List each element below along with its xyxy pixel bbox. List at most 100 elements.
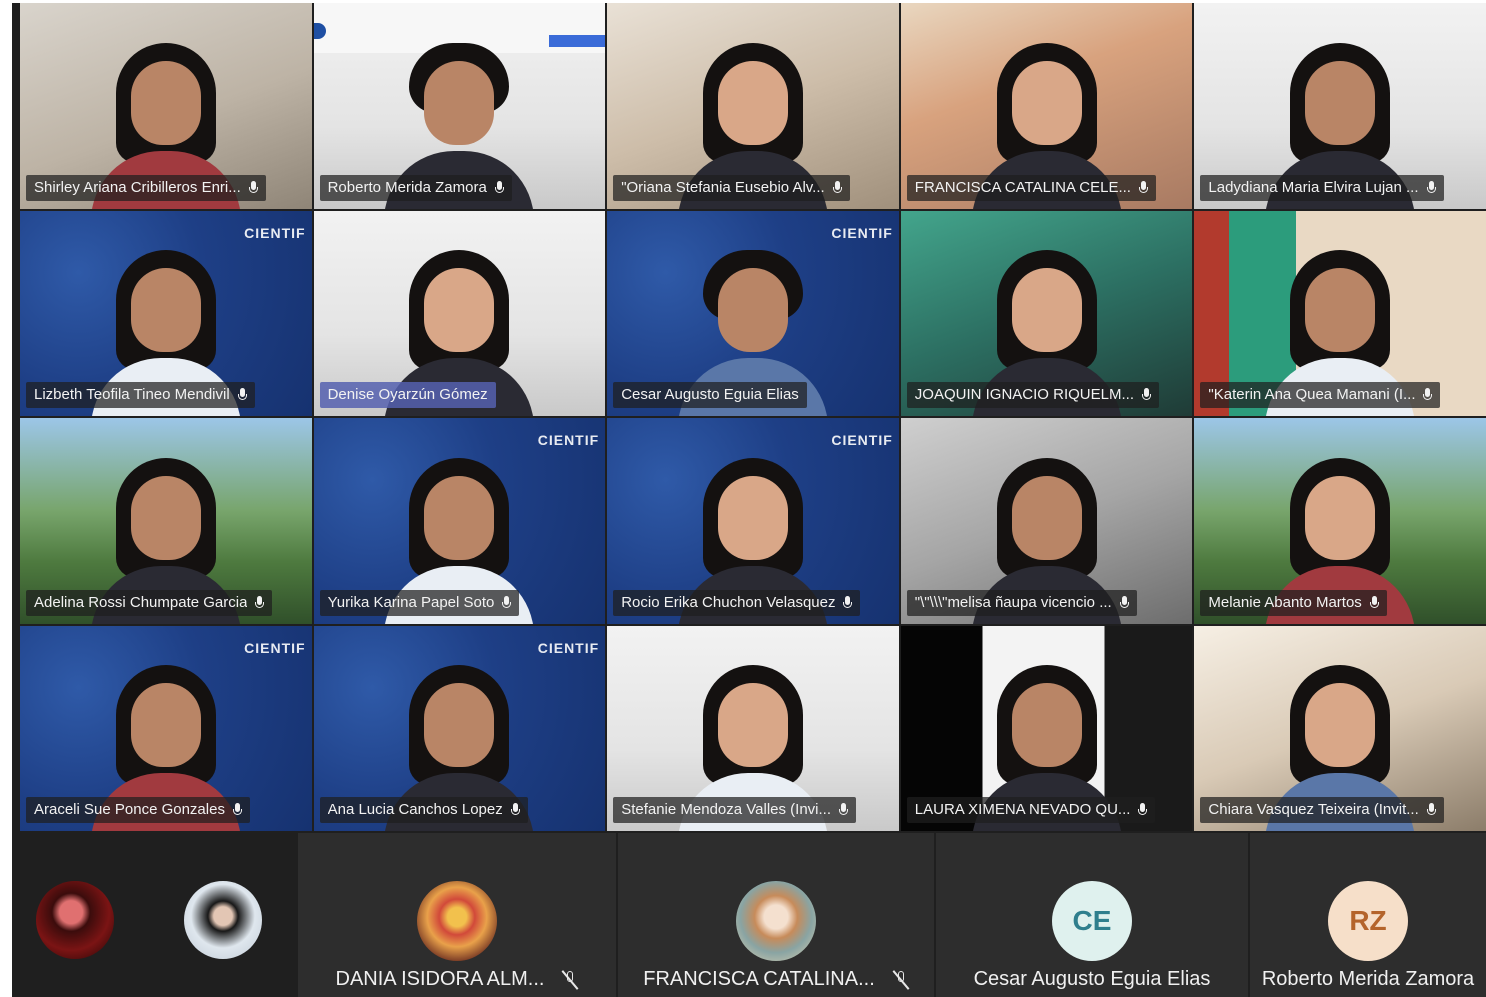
participant-tile[interactable]: FRANCISCA CATALINA... — [616, 833, 934, 997]
participant-name-tag: Denise Oyarzún Gómez — [319, 382, 496, 408]
participant-name: JOAQUIN IGNACIO RIQUELM... — [914, 386, 1134, 403]
participant-name: Shirley Ariana Cribilleros Enri... — [34, 178, 241, 196]
video-tile[interactable]: CIENTIF Cesar Augusto Eguia Elias — [607, 210, 899, 416]
video-tile[interactable]: LAURA XIMENA NEVADO QU... — [900, 625, 1193, 831]
video-tile[interactable]: Ladydiana Maria Elvira Lujan ... — [1194, 3, 1486, 209]
participant-name-tag: Shirley Ariana Cribilleros Enri... — [26, 174, 266, 201]
participant-name-tag: Chiara Vasquez Teixeira (Invit... — [1200, 797, 1444, 823]
participant-name: "\"\\\"melisa ñaupa vicencio ... — [914, 593, 1112, 611]
mic-icon — [237, 388, 247, 402]
participant-name: Yurika Karina Papel Soto — [327, 593, 495, 611]
avatar — [417, 881, 497, 961]
participant-name-tag: FRANCISCA CATALINA CELE... — [906, 174, 1156, 201]
mic-icon — [255, 595, 265, 610]
meeting-window: Shirley Ariana Cribilleros Enri... Rober… — [12, 3, 1486, 997]
participant-name: Stefanie Mendoza Valles (Invi... — [621, 801, 832, 818]
video-tile[interactable]: Stefanie Mendoza Valles (Invi... — [607, 625, 899, 831]
participant-name: Cesar Augusto Eguia Elias — [973, 968, 1211, 990]
participant-name: Roberto Merida Zamora — [1261, 968, 1475, 990]
participant-name-tag: Adelina Rossi Chumpate Garcia — [26, 589, 273, 616]
participant-name-tag: Ladydiana Maria Elvira Lujan ... — [1200, 174, 1444, 201]
participant-strip: DANIA ISIDORA ALM... FRANCISCA CATALINA.… — [12, 833, 1486, 997]
mic-icon — [1369, 595, 1379, 610]
participant-name: "Oriana Stefania Eusebio Alv... — [621, 178, 825, 196]
brand-watermark: CIENTIF — [537, 639, 600, 656]
participant-name: Chiara Vasquez Teixeira (Invit... — [1208, 801, 1419, 818]
participant-name: Denise Oyarzún Gómez — [327, 386, 488, 403]
participant-name-tag: JOAQUIN IGNACIO RIQUELM... — [906, 382, 1159, 408]
mic-icon — [843, 595, 853, 610]
participant-name: Roberto Merida Zamora — [327, 178, 487, 196]
video-tile[interactable]: CIENTIF Ana Lucia Canchos Lopez — [313, 625, 606, 831]
participant-name: Lizbeth Teofila Tineo Mendivil — [34, 386, 230, 403]
video-tile[interactable]: FRANCISCA CATALINA CELE... — [900, 3, 1193, 209]
avatar — [736, 881, 816, 961]
participant-name-tag: Ana Lucia Canchos Lopez — [319, 797, 528, 823]
video-gallery: Shirley Ariana Cribilleros Enri... Rober… — [20, 3, 1486, 831]
mic-icon — [1138, 180, 1148, 195]
participant-name-row: Roberto Merida Zamora — [1250, 968, 1486, 991]
participant-name: DANIA ISIDORA ALM... — [335, 968, 545, 990]
avatar[interactable] — [36, 881, 114, 959]
overflow-avatars[interactable] — [12, 833, 296, 997]
avatar[interactable] — [184, 881, 262, 959]
brand-watermark: CIENTIF — [244, 639, 306, 656]
video-tile[interactable]: "Oriana Stefania Eusebio Alv... — [607, 3, 899, 209]
participant-name: Ana Lucia Canchos Lopez — [327, 801, 503, 818]
participant-name-row: FRANCISCA CATALINA... — [618, 968, 934, 991]
participant-name-tag: Melanie Abanto Martos — [1200, 589, 1387, 616]
participant-name: Adelina Rossi Chumpate Garcia — [34, 593, 248, 611]
video-tile[interactable]: CIENTIF Araceli Sue Ponce Gonzales — [20, 625, 312, 831]
participant-name: "Katerin Ana Quea Mamani (I... — [1208, 386, 1416, 403]
mic-icon — [1142, 388, 1151, 402]
participant-name-tag: Cesar Augusto Eguia Elias — [613, 382, 807, 408]
participant-name: LAURA XIMENA NEVADO QU... — [914, 801, 1131, 818]
participant-name-tag: "Oriana Stefania Eusebio Alv... — [613, 174, 850, 201]
mic-icon — [248, 180, 258, 195]
participant-name: FRANCISCA CATALINA CELE... — [914, 178, 1131, 196]
mic-icon — [232, 803, 242, 817]
participant-name: Ladydiana Maria Elvira Lujan ... — [1208, 178, 1419, 196]
participant-tile[interactable]: DANIA ISIDORA ALM... — [296, 833, 616, 997]
participant-name: FRANCISCA CATALINA... — [643, 968, 875, 990]
video-tile[interactable]: CIENTIF Lizbeth Teofila Tineo Mendivil — [20, 210, 312, 416]
participant-name-tag: Stefanie Mendoza Valles (Invi... — [613, 797, 857, 823]
video-tile[interactable]: Denise Oyarzún Gómez — [313, 210, 606, 416]
avatar-initials: RZ — [1328, 881, 1408, 961]
avatar-initials: CE — [1052, 881, 1132, 961]
participant-name-tag: Roberto Merida Zamora — [319, 174, 512, 201]
video-tile[interactable]: CIENTIF Rocio Erika Chuchon Velasquez — [607, 418, 899, 624]
mic-icon — [494, 180, 504, 195]
video-tile[interactable]: JOAQUIN IGNACIO RIQUELM... — [900, 210, 1193, 416]
mic-icon — [1426, 180, 1436, 195]
brand-watermark: CIENTIF — [244, 224, 306, 241]
video-tile[interactable]: Roberto Merida Zamora — [313, 3, 606, 209]
video-tile[interactable]: Chiara Vasquez Teixeira (Invit... — [1194, 625, 1486, 831]
video-tile[interactable]: Shirley Ariana Cribilleros Enri... — [20, 3, 312, 209]
participant-name-tag: "\"\\\"melisa ñaupa vicencio ... — [906, 589, 1137, 616]
mic-icon — [1138, 803, 1148, 817]
participant-tile[interactable]: RZ Roberto Merida Zamora — [1248, 833, 1486, 997]
video-tile[interactable]: Melanie Abanto Martos — [1194, 418, 1486, 624]
participant-name-row: DANIA ISIDORA ALM... — [298, 968, 616, 991]
mic-icon — [839, 803, 849, 817]
video-tile[interactable]: "\"\\\"melisa ñaupa vicencio ... — [900, 418, 1193, 624]
mic-off-icon — [562, 970, 578, 990]
participant-name-tag: LAURA XIMENA NEVADO QU... — [906, 797, 1156, 823]
participant-name: Cesar Augusto Eguia Elias — [621, 386, 799, 403]
participant-name: Rocio Erika Chuchon Velasquez — [621, 593, 836, 611]
brand-watermark: CIENTIF — [831, 224, 893, 241]
mic-icon — [510, 803, 520, 817]
video-tile[interactable]: Adelina Rossi Chumpate Garcia — [20, 418, 312, 624]
participant-name-row: Cesar Augusto Eguia Elias — [936, 968, 1248, 991]
brand-watermark: CIENTIF — [831, 432, 893, 448]
mic-icon — [1119, 595, 1129, 610]
participant-name-tag: Araceli Sue Ponce Gonzales — [26, 797, 250, 823]
video-tile[interactable]: "Katerin Ana Quea Mamani (I... — [1194, 210, 1486, 416]
video-tile[interactable]: CIENTIF Yurika Karina Papel Soto — [313, 418, 606, 624]
participant-name-tag: Rocio Erika Chuchon Velasquez — [613, 589, 861, 616]
participant-tile[interactable]: CE Cesar Augusto Eguia Elias — [934, 833, 1248, 997]
mic-off-icon — [893, 970, 909, 990]
participant-name-tag: Lizbeth Teofila Tineo Mendivil — [26, 382, 255, 408]
participant-name: Melanie Abanto Martos — [1208, 593, 1362, 611]
